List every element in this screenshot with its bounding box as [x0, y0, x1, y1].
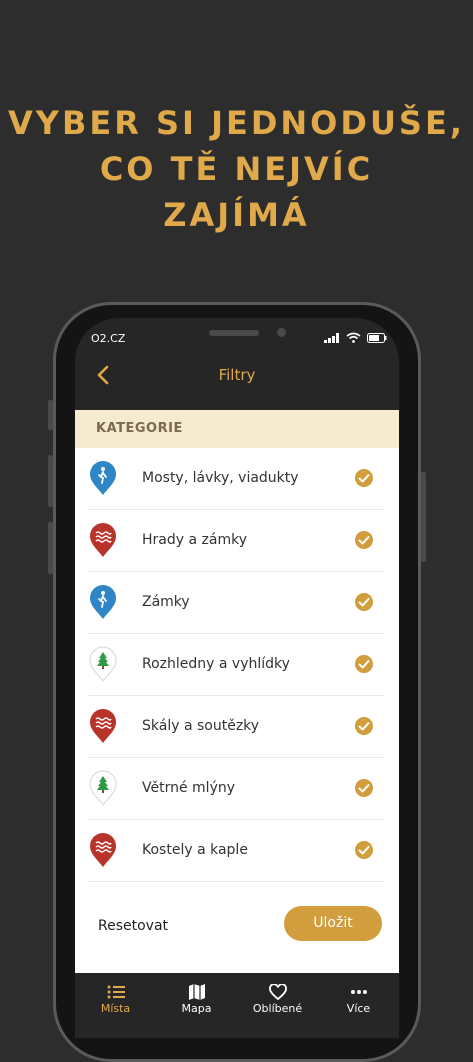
category-label: Zámky: [142, 594, 190, 610]
phone-side-button: [48, 400, 53, 430]
category-row[interactable]: Rozhledny a vyhlídky: [88, 634, 384, 696]
save-button[interactable]: Uložit: [284, 906, 382, 941]
phone-power-button: [421, 472, 426, 562]
signal-icon: [324, 332, 339, 343]
list-icon: [79, 984, 153, 1000]
front-camera: [277, 328, 286, 337]
category-label: Hrady a zámky: [142, 532, 247, 548]
category-label: Kostely a kaple: [142, 842, 248, 858]
category-label: Větrné mlýny: [142, 780, 236, 796]
headline: VYBER SI JEDNODUŠE, CO TĚ NEJVÍC ZAJÍMÁ: [0, 100, 473, 238]
water-pin-icon: [88, 832, 118, 868]
more-icon: [322, 984, 396, 1000]
check-icon[interactable]: [354, 778, 374, 798]
tab-label: Více: [346, 1002, 371, 1015]
check-icon[interactable]: [354, 654, 374, 674]
category-label: Mosty, lávky, viadukty: [142, 470, 299, 486]
phone-volume-down-button: [48, 522, 53, 574]
category-list: Mosty, lávky, viadukty Hrady a zámky Zámky…: [75, 448, 399, 882]
status-icons: [324, 332, 387, 343]
category-row[interactable]: Kostely a kaple: [88, 820, 384, 882]
wifi-icon: [346, 332, 361, 343]
water-pin-icon: [88, 708, 118, 744]
check-icon[interactable]: [354, 592, 374, 612]
check-icon[interactable]: [354, 468, 374, 488]
category-label: Rozhledny a vyhlídky: [142, 656, 290, 672]
tab-map[interactable]: Mapa: [160, 976, 234, 1038]
filter-panel: KATEGORIE Mosty, lávky, viadukty Hrady a …: [75, 410, 399, 973]
headline-line-2: CO TĚ NEJVÍC: [99, 150, 374, 188]
section-header-kategorie: KATEGORIE: [75, 410, 399, 448]
hiker-pin-icon: [88, 584, 118, 620]
category-label: Skály a soutězky: [142, 718, 260, 734]
page-title: Filtry: [218, 366, 256, 384]
heart-icon: [241, 984, 315, 1000]
category-row[interactable]: Skály a soutězky: [88, 696, 384, 758]
category-row[interactable]: Hrady a zámky: [88, 510, 384, 572]
battery-icon: [367, 332, 387, 343]
tab-list[interactable]: Místa: [79, 976, 153, 1038]
map-icon: [160, 984, 234, 1000]
tab-more[interactable]: Více: [322, 976, 396, 1038]
tab-label: Oblíbené: [252, 1002, 303, 1015]
category-row[interactable]: Větrné mlýny: [88, 758, 384, 820]
check-icon[interactable]: [354, 840, 374, 860]
tab-label: Místa: [100, 1002, 131, 1015]
tree-pin-icon: [88, 646, 118, 682]
reset-button[interactable]: Resetovat: [98, 918, 168, 934]
category-row[interactable]: Zámky: [88, 572, 384, 634]
category-row[interactable]: Mosty, lávky, viadukty: [88, 448, 384, 510]
headline-line-1: VYBER SI JEDNODUŠE,: [8, 104, 465, 142]
tab-bar: Místa Mapa Oblíbené Více: [75, 976, 399, 1038]
phone-volume-up-button: [48, 455, 53, 507]
tree-pin-icon: [88, 770, 118, 806]
phone-screen: O2.CZ Filtry KATEGORIE Mosty, lávky, via…: [75, 318, 399, 1038]
water-pin-icon: [88, 522, 118, 558]
headline-line-3: ZAJÍMÁ: [163, 196, 310, 234]
check-icon[interactable]: [354, 716, 374, 736]
check-icon[interactable]: [354, 530, 374, 550]
carrier-label: O2.CZ: [91, 332, 126, 345]
tab-label: Mapa: [181, 1002, 212, 1015]
hiker-pin-icon: [88, 460, 118, 496]
speaker-notch: [209, 330, 259, 336]
tab-heart[interactable]: Oblíbené: [241, 976, 315, 1038]
